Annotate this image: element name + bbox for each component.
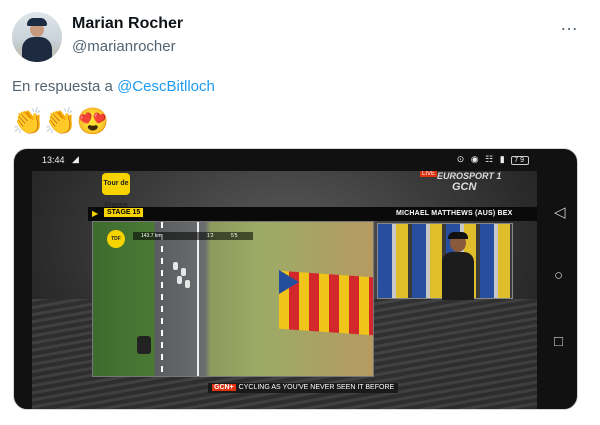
stage-label: STAGE 15 [104, 208, 144, 217]
more-options-icon[interactable]: … [560, 14, 579, 35]
eurosport-logo: EUROSPORT 1 [437, 171, 502, 181]
rider-name: MICHAEL MATTHEWS (AUS) BEX [396, 210, 513, 217]
road-edge-line [197, 222, 199, 376]
reply-context: En respuesta a @CescBitlloch [12, 78, 215, 95]
status-icons: ⊙ ◉ ☷ ▮ 79 [457, 154, 529, 165]
tour-de-france-logo: Tour de France [102, 173, 130, 209]
tweet-media-image[interactable]: 13:44 ◢ ⊙ ◉ ☷ ▮ 79 Tour de France LIVE E… [13, 148, 578, 410]
recent-apps-icon[interactable]: □ [554, 333, 563, 350]
race-gap: 1'2 [207, 233, 214, 239]
reply-prefix: En respuesta a [12, 78, 118, 95]
tagline-text: CYCLING AS YOU'VE NEVER SEEN IT BEFORE [238, 384, 395, 391]
rider-body [442, 252, 474, 300]
battery-icon: 79 [511, 156, 529, 165]
home-icon[interactable]: ○ [554, 267, 563, 284]
avatar-body [22, 37, 52, 62]
back-icon[interactable]: ◁ [554, 203, 566, 221]
avatar[interactable] [12, 12, 62, 62]
gcn-logo: GCN [452, 181, 477, 193]
author-handle[interactable]: @marianrocher [72, 38, 176, 55]
live-badge: LIVE [420, 171, 438, 177]
gcn-tagline: GCN+ CYCLING AS YOU'VE NEVER SEEN IT BEFO… [208, 383, 399, 393]
gcn-plus-badge: GCN+ [212, 384, 236, 391]
rider-interview-inset [377, 223, 513, 300]
avatar-cap [27, 18, 47, 26]
video-frame: Tour de France LIVE EUROSPORT 1 GCN ▶ ST… [32, 171, 537, 409]
race-info-strip: 143.7 km 1'2 5'5 [133, 232, 253, 240]
play-icon: ▶ [92, 209, 99, 218]
reply-mention-link[interactable]: @CescBitlloch [117, 78, 215, 95]
rider-figure-inset [442, 232, 474, 300]
stage-bar: ▶ STAGE 15 MICHAEL MATTHEWS (AUS) BEX [88, 207, 537, 221]
rider-figure [181, 268, 186, 276]
race-aerial-view: TDF 143.7 km 1'2 5'5 [92, 221, 374, 377]
status-icons-text: ⊙ ◉ ☷ ▮ [456, 154, 507, 164]
author-name[interactable]: Marian Rocher [72, 15, 183, 33]
status-time: 13:44 [42, 155, 65, 165]
rider-figure [185, 280, 190, 288]
rider-figure [173, 262, 178, 270]
notification-icon: ◢ [72, 154, 79, 164]
phone-status-bar: 13:44 ◢ ⊙ ◉ ☷ ▮ 79 [14, 149, 577, 171]
tweet-text-emojis: 👏👏😍 [12, 106, 110, 136]
rider-cap [448, 232, 468, 239]
road-center-line [161, 222, 163, 376]
flag-triangle [279, 270, 299, 294]
tdf-small-logo: TDF [107, 230, 125, 248]
android-nav-bar: ◁ ○ □ [545, 149, 577, 409]
race-time: 5'5 [231, 233, 238, 239]
race-distance: 143.7 km [141, 233, 162, 239]
rider-figure [177, 276, 182, 284]
team-car [137, 336, 151, 354]
